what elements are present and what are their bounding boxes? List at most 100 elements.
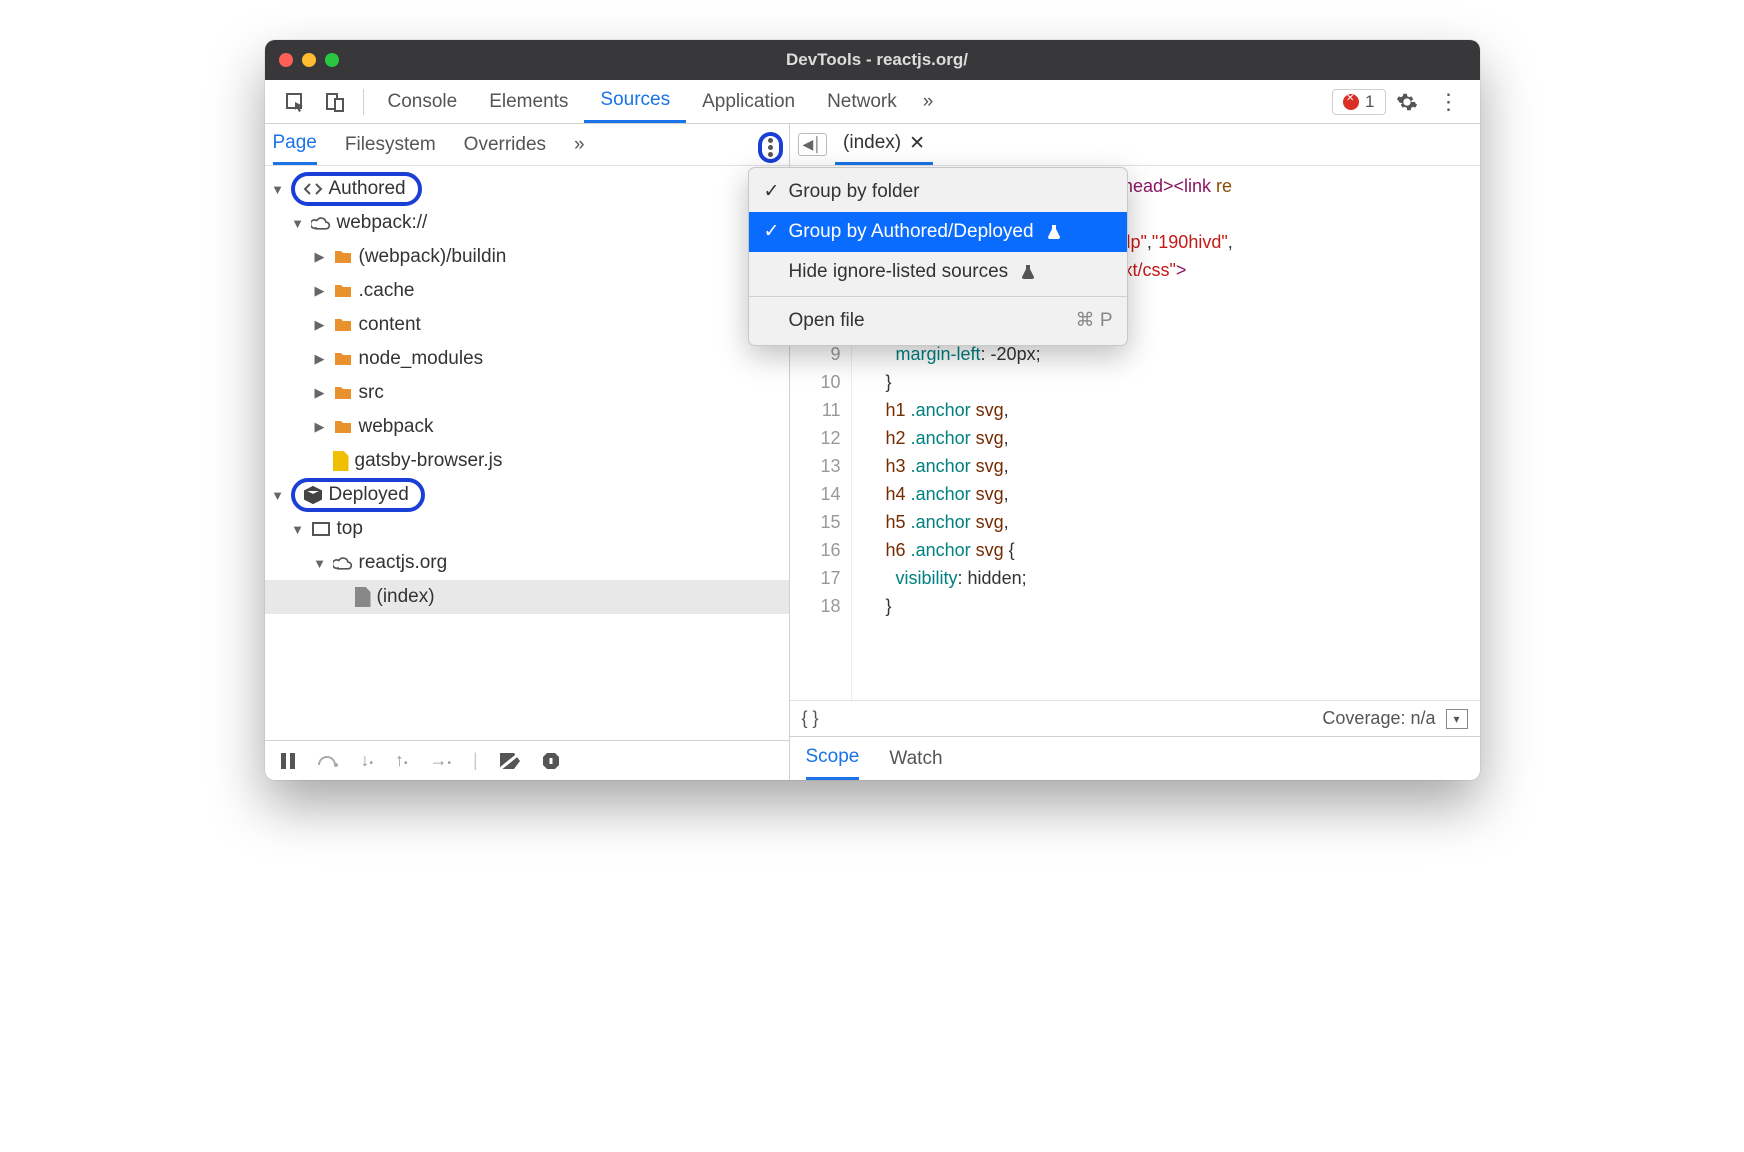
expand-arrow-icon: ▼ [271, 488, 285, 503]
package-box-icon [303, 485, 323, 505]
experiment-flask-icon [1046, 224, 1062, 240]
keyboard-shortcut: ⌘ P [1076, 309, 1113, 332]
navigator-subtabs: Page Filesystem Overrides » ✓ Group by f… [265, 124, 789, 166]
tree-item-reactjs-org[interactable]: ▼reactjs.org [265, 546, 789, 580]
menu-label: Hide ignore-listed sources [789, 261, 1009, 283]
tree-item-src[interactable]: ▶src [265, 376, 789, 410]
editor-statusbar: { } Coverage: n/a ▾ [790, 700, 1480, 736]
tree-item-node-modules[interactable]: ▶node_modules [265, 342, 789, 376]
device-toggle-icon[interactable] [315, 80, 355, 123]
frame-icon [311, 519, 331, 539]
zoom-window-button[interactable] [325, 53, 339, 67]
tree-item-webpack[interactable]: ▼ webpack:// [265, 206, 789, 240]
tab-scope[interactable]: Scope [806, 737, 860, 780]
tree-item-index[interactable]: (index) [265, 580, 789, 614]
window-titlebar: DevTools - reactjs.org/ [265, 40, 1480, 80]
cloud-icon [333, 553, 353, 573]
devtools-window: DevTools - reactjs.org/ Console Elements… [265, 40, 1480, 780]
close-window-button[interactable] [279, 53, 293, 67]
subtab-page[interactable]: Page [273, 124, 317, 165]
file-icon [355, 587, 371, 607]
menu-label: Group by folder [789, 181, 920, 203]
pretty-print-button[interactable]: { } [802, 708, 819, 729]
minimize-window-button[interactable] [302, 53, 316, 67]
tree-item-webpack-folder[interactable]: ▶webpack [265, 410, 789, 444]
tab-application[interactable]: Application [686, 80, 811, 123]
tree-label: content [359, 314, 421, 336]
tree-item-gatsby-browser[interactable]: gatsby-browser.js [265, 444, 789, 478]
tree-label: webpack [359, 416, 434, 438]
tree-label: (index) [377, 586, 435, 608]
error-count: 1 [1365, 92, 1374, 112]
step-into-button[interactable]: ↓• [361, 750, 374, 771]
tree-item-top[interactable]: ▼top [265, 512, 789, 546]
check-icon: ✓ [763, 180, 781, 203]
errors-badge[interactable]: 1 [1332, 89, 1385, 115]
step-over-button[interactable] [317, 753, 339, 769]
tree-label: top [337, 518, 363, 540]
subtab-filesystem[interactable]: Filesystem [345, 124, 436, 165]
file-tab-label: (index) [843, 132, 901, 154]
tree-label: Authored [329, 178, 406, 200]
tree-label: (webpack)/buildin [359, 246, 507, 268]
file-tree: ▼ Authored ▼ webpack:// ▶(webpack)/build… [265, 166, 789, 740]
coverage-status: Coverage: n/a [1322, 708, 1435, 729]
pause-on-exceptions-button[interactable] [542, 752, 560, 770]
folder-icon [333, 383, 353, 403]
menu-label: Group by Authored/Deployed [789, 221, 1034, 243]
debug-sidebar-tabs: Scope Watch [790, 736, 1480, 780]
pause-button[interactable] [281, 753, 295, 769]
folder-icon [333, 349, 353, 369]
folder-icon [333, 315, 353, 335]
more-subtabs-chevron-icon[interactable]: » [574, 134, 585, 156]
close-tab-icon[interactable]: ✕ [909, 132, 925, 155]
tree-label: Deployed [329, 484, 409, 506]
tree-item-buildin[interactable]: ▶(webpack)/buildin [265, 240, 789, 274]
error-icon [1343, 94, 1359, 110]
more-tabs-chevron-icon[interactable]: » [913, 80, 944, 123]
navigator-options-menu: ✓ Group by folder ✓ Group by Authored/De… [748, 167, 1128, 346]
tree-label: node_modules [359, 348, 484, 370]
tab-elements[interactable]: Elements [473, 80, 584, 123]
expand-arrow-icon: ▼ [271, 182, 285, 197]
tree-group-deployed[interactable]: ▼ Deployed [265, 478, 789, 512]
code-icon [303, 179, 323, 199]
menu-open-file[interactable]: Open file ⌘ P [749, 301, 1127, 341]
tree-label: webpack:// [337, 212, 428, 234]
menu-group-by-authored-deployed[interactable]: ✓ Group by Authored/Deployed [749, 212, 1127, 252]
navigator-panel: Page Filesystem Overrides » ✓ Group by f… [265, 124, 790, 780]
show-console-button[interactable]: ▾ [1446, 709, 1468, 729]
more-options-kebab-icon[interactable]: ⋮ [1428, 89, 1470, 115]
tree-label: reactjs.org [359, 552, 448, 574]
step-button[interactable]: →• [430, 750, 452, 771]
deactivate-breakpoints-button[interactable] [500, 753, 520, 769]
file-tab-index[interactable]: (index) ✕ [835, 124, 933, 165]
tree-item-cache[interactable]: ▶.cache [265, 274, 789, 308]
tree-label: gatsby-browser.js [355, 450, 503, 472]
folder-icon [333, 281, 353, 301]
experiment-flask-icon [1020, 264, 1036, 280]
subtab-overrides[interactable]: Overrides [464, 124, 546, 165]
step-out-button[interactable]: ↑• [395, 750, 408, 771]
tree-label: .cache [359, 280, 415, 302]
navigator-more-menu-button[interactable] [758, 132, 783, 163]
tab-console[interactable]: Console [372, 80, 474, 123]
menu-label: Open file [789, 310, 865, 332]
settings-gear-icon[interactable] [1386, 91, 1428, 113]
cloud-icon [311, 213, 331, 233]
inspect-element-icon[interactable] [275, 80, 315, 123]
tab-sources[interactable]: Sources [584, 80, 686, 123]
check-icon: ✓ [763, 220, 781, 243]
tree-item-content[interactable]: ▶content [265, 308, 789, 342]
window-title: DevTools - reactjs.org/ [339, 50, 1416, 70]
menu-group-by-folder[interactable]: ✓ Group by folder [749, 172, 1127, 212]
show-navigator-icon[interactable]: ◀│ [798, 133, 828, 156]
js-file-icon [333, 451, 349, 471]
tab-network[interactable]: Network [811, 80, 913, 123]
devtools-toolbar: Console Elements Sources Application Net… [265, 80, 1480, 124]
traffic-lights [279, 53, 339, 67]
expand-arrow-icon: ▼ [291, 216, 305, 231]
menu-hide-ignore-listed[interactable]: Hide ignore-listed sources [749, 252, 1127, 292]
tab-watch[interactable]: Watch [889, 748, 942, 770]
tree-group-authored[interactable]: ▼ Authored [265, 172, 789, 206]
